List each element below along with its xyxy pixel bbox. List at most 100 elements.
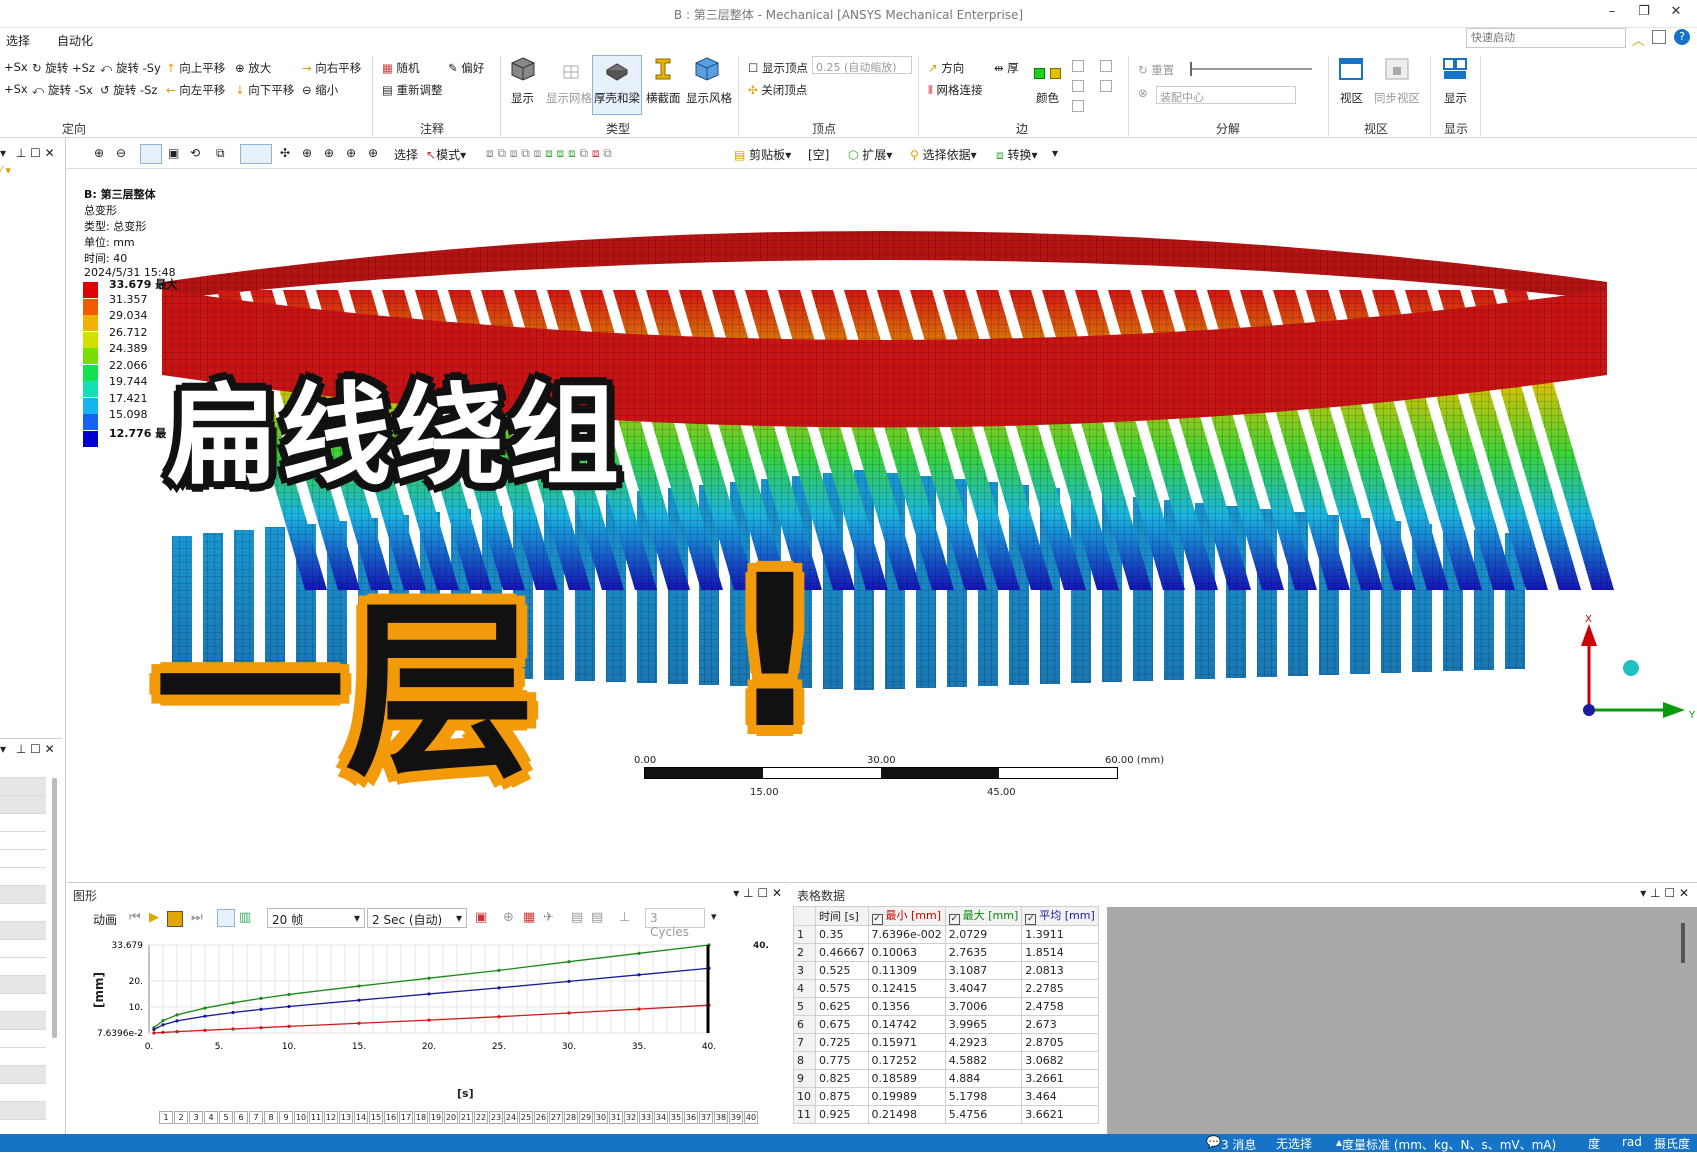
- viewport-button[interactable]: 视区: [1340, 90, 1363, 106]
- show-style-button[interactable]: 显示风格: [686, 90, 732, 106]
- show-vertex-button[interactable]: ☐ 显示顶点: [748, 60, 808, 76]
- frame-cell[interactable]: 39: [729, 1111, 743, 1124]
- minimize-icon[interactable]: –: [1600, 4, 1624, 22]
- more-icon[interactable]: ▾: [1052, 146, 1058, 160]
- selection-filter-icons[interactable]: ⧈ ⧉ ⧈ ⧉ ⧈ ⧈ ⧈ ⧈ ⧉ ⧈ ⧉: [486, 146, 612, 161]
- magnifier-icon[interactable]: ⊕: [368, 146, 378, 160]
- frame-cell[interactable]: 35: [669, 1111, 683, 1124]
- menu-select[interactable]: 选择: [6, 32, 30, 49]
- mode-dropdown[interactable]: ↖模式▾: [426, 146, 466, 163]
- table-row[interactable]: 7 0.725 0.15971 4.2923 2.8705: [793, 1033, 1099, 1052]
- thick-shell-button[interactable]: 厚壳和梁: [594, 90, 640, 106]
- frame-cell[interactable]: 15: [369, 1111, 383, 1124]
- select-label[interactable]: 选择: [394, 146, 418, 163]
- frame-cell[interactable]: 26: [534, 1111, 548, 1124]
- table-row[interactable]: 6 0.675 0.14742 3.9965 2.673: [793, 1015, 1099, 1034]
- table-row[interactable]: 4 0.575 0.12415 3.4047 2.2785: [793, 979, 1099, 998]
- restore-icon[interactable]: ❐: [1632, 4, 1656, 22]
- frame-cell[interactable]: 9: [279, 1111, 293, 1124]
- menu-automation[interactable]: 自动化: [57, 32, 93, 49]
- panel-controls-icons[interactable]: ▾ ⊥ ☐ ✕: [0, 146, 62, 160]
- pan-icon[interactable]: ✣: [280, 146, 290, 160]
- frame-cell[interactable]: 10: [294, 1111, 308, 1124]
- edge-option-icon[interactable]: [1072, 100, 1084, 112]
- cycles-select[interactable]: 3 Cycles: [645, 908, 705, 939]
- zoom-fit-icon[interactable]: ⊕: [94, 146, 104, 160]
- rotate-minus-sy-button[interactable]: ⤺ 旋转 -Sy: [100, 60, 161, 76]
- frame-cell[interactable]: 16: [384, 1111, 398, 1124]
- frame-cell[interactable]: 30: [594, 1111, 608, 1124]
- pan-left-button[interactable]: ← 向左平移: [166, 82, 225, 98]
- table-row[interactable]: 11 0.925 0.21498 5.4756 3.6621: [793, 1105, 1099, 1124]
- col-min[interactable]: ✓ 最小 [mm]: [867, 906, 946, 926]
- frame-cell[interactable]: 21: [459, 1111, 473, 1124]
- rotate-mode-icon[interactable]: [240, 144, 272, 164]
- edit-icon[interactable]: ⁄ ▾: [0, 164, 11, 177]
- unit-system[interactable]: ▴ 度量标准 (mm、kg、N、s、mV、mA): [1336, 1135, 1556, 1152]
- frame-cell[interactable]: 29: [579, 1111, 593, 1124]
- messages-indicator[interactable]: 💬 3 消息: [1206, 1135, 1256, 1152]
- frame-cell[interactable]: 4: [204, 1111, 218, 1124]
- frame-cell[interactable]: 11: [309, 1111, 323, 1124]
- zoom-out-button[interactable]: ⊖ 缩小: [302, 82, 338, 98]
- step-back-icon[interactable]: ⏮: [129, 910, 141, 925]
- vertex-scale-select[interactable]: 0.25 (自动缩放): [812, 56, 912, 74]
- checkbox-icon[interactable]: [1652, 30, 1666, 44]
- direction-button[interactable]: ↗ 方向: [928, 60, 964, 76]
- close-icon[interactable]: ✕: [1664, 4, 1688, 22]
- cross-section-button[interactable]: 横截面: [646, 90, 681, 106]
- extend-dropdown[interactable]: ⬡ 扩展▾: [848, 146, 892, 163]
- pan-graph-icon[interactable]: ✈: [543, 910, 554, 925]
- close-vertex-button[interactable]: ✣ 关闭顶点: [748, 82, 807, 98]
- frame-cell[interactable]: 2: [174, 1111, 188, 1124]
- frame-cell[interactable]: 24: [504, 1111, 518, 1124]
- table-row[interactable]: 8 0.775 0.17252 4.5882 3.0682: [793, 1051, 1099, 1070]
- wire-icon[interactable]: ⟲: [190, 146, 200, 160]
- panel-controls-icons-2[interactable]: ▾ ⊥ ☐ ✕: [0, 742, 62, 756]
- zoom-icon[interactable]: ⊕: [302, 146, 312, 160]
- frame-cell[interactable]: 8: [264, 1111, 278, 1124]
- rotate-plus-sx-button[interactable]: +Sx: [4, 60, 28, 74]
- rotate-plus-sx2-button[interactable]: +Sx: [4, 82, 28, 96]
- frame-cell[interactable]: 34: [654, 1111, 668, 1124]
- table-panel-controls-icons[interactable]: ▾ ⊥ ☐ ✕: [1640, 886, 1689, 900]
- frame-cell[interactable]: 3: [189, 1111, 203, 1124]
- select-by-dropdown[interactable]: ⚲ 选择依据▾: [910, 146, 977, 163]
- explode-slider-thumb[interactable]: [1190, 62, 1192, 76]
- col-max[interactable]: ✓ 最大 [mm]: [944, 906, 1023, 926]
- grid-icon[interactable]: ▦: [523, 910, 535, 925]
- pan-down-button[interactable]: ↓ 向下平移: [235, 82, 294, 98]
- show-mesh-button[interactable]: 显示网格: [546, 90, 592, 106]
- quick-launch-input[interactable]: [1466, 28, 1626, 48]
- step-forward-icon[interactable]: ⏭: [191, 910, 203, 925]
- frame-cell[interactable]: 17: [399, 1111, 413, 1124]
- play-icon[interactable]: ▶: [149, 910, 159, 925]
- left-scrollbar[interactable]: [52, 778, 57, 1038]
- sync-viewport-button[interactable]: 同步视区: [1374, 90, 1420, 106]
- pan-up-button[interactable]: ↑ 向上平移: [166, 60, 225, 76]
- edge-option-icon[interactable]: [1072, 80, 1084, 92]
- cycles-icon[interactable]: ⊥: [619, 910, 630, 925]
- box-select-icon[interactable]: ⧉: [216, 146, 225, 161]
- display-button[interactable]: 显示: [511, 90, 534, 106]
- show-button[interactable]: 显示: [1444, 90, 1467, 106]
- edge-option-icon[interactable]: [1100, 60, 1112, 72]
- frame-cell[interactable]: 13: [339, 1111, 353, 1124]
- frame-cell[interactable]: 14: [354, 1111, 368, 1124]
- frame-cell[interactable]: 22: [474, 1111, 488, 1124]
- rad-unit[interactable]: rad: [1622, 1135, 1642, 1149]
- export-video-icon[interactable]: ▣: [475, 910, 487, 925]
- frame-cell[interactable]: 1: [159, 1111, 173, 1124]
- table-scrollbar[interactable]: [1681, 923, 1685, 963]
- help-icon[interactable]: ?: [1674, 29, 1690, 45]
- distributed-icon[interactable]: [217, 909, 235, 927]
- convert-dropdown[interactable]: ⧈ 转换▾: [996, 146, 1038, 163]
- table-row[interactable]: 2 0.46667 0.10063 2.7635 1.8514: [793, 943, 1099, 962]
- explode-center-select[interactable]: 装配中心: [1156, 86, 1296, 104]
- edge-option-icon[interactable]: [1072, 60, 1084, 72]
- frame-cell[interactable]: 20: [444, 1111, 458, 1124]
- table-row[interactable]: 3 0.525 0.11309 3.1087 2.0813: [793, 961, 1099, 980]
- shaded-icon[interactable]: ▣: [168, 146, 179, 160]
- frame-cell[interactable]: 25: [519, 1111, 533, 1124]
- temp-unit[interactable]: 摄氏度: [1654, 1135, 1690, 1152]
